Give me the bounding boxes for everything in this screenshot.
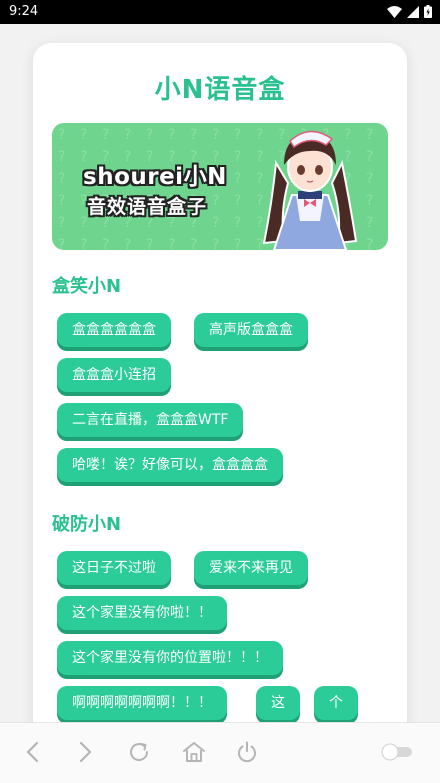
status-time: 9:24 (9, 4, 39, 19)
section-title-laugh: 盒笑小N (52, 276, 122, 297)
status-bar: 9:24 (0, 0, 440, 24)
home-icon[interactable] (181, 740, 207, 764)
battery-icon (424, 5, 432, 18)
power-icon[interactable] (235, 740, 259, 764)
status-icons (387, 5, 432, 18)
anime-character-illustration (262, 130, 358, 250)
sound-button[interactable]: 哈喽！诶？好像可以，盒盒盒盒 (57, 448, 283, 482)
wifi-icon (387, 5, 402, 18)
signal-icon (407, 5, 419, 18)
section-title-breakdown: 破防小N (52, 514, 122, 535)
sound-button[interactable]: 这 (256, 686, 300, 720)
sound-button[interactable]: 二言在直播，盒盒盒WTF (57, 403, 244, 437)
forward-icon[interactable] (74, 740, 96, 764)
banner-subtitle: 音效语音盒子 (87, 196, 208, 218)
back-icon[interactable] (22, 740, 44, 764)
sound-button[interactable]: 爱来不来再见 (194, 551, 308, 585)
banner-title: shourei小N (83, 164, 227, 190)
sound-button[interactable]: 高声版盒盒盒 (194, 313, 308, 347)
sound-button[interactable]: 这个家里没有你的位置啦！！！ (57, 641, 283, 675)
toggle-switch[interactable] (381, 743, 415, 761)
main-card: 小N语音盒 ? shourei小N 音效语音盒子 (33, 43, 407, 743)
sound-button[interactable]: 个 (314, 686, 358, 720)
browser-nav-bar (0, 722, 440, 783)
banner: ? shourei小N 音效语音盒子 (52, 123, 388, 250)
reload-icon[interactable] (127, 740, 151, 764)
sound-button[interactable]: 啊啊啊啊啊啊啊！！！ (57, 686, 227, 720)
sound-button[interactable]: 这个家里没有你啦！！ (57, 596, 227, 630)
app-title: 小N语音盒 (154, 75, 286, 105)
sound-button[interactable]: 盒盒盒小连招 (57, 358, 171, 392)
sound-button[interactable]: 盒盒盒盒盒盒 (57, 313, 171, 347)
sound-button[interactable]: 这日子不过啦 (57, 551, 171, 585)
